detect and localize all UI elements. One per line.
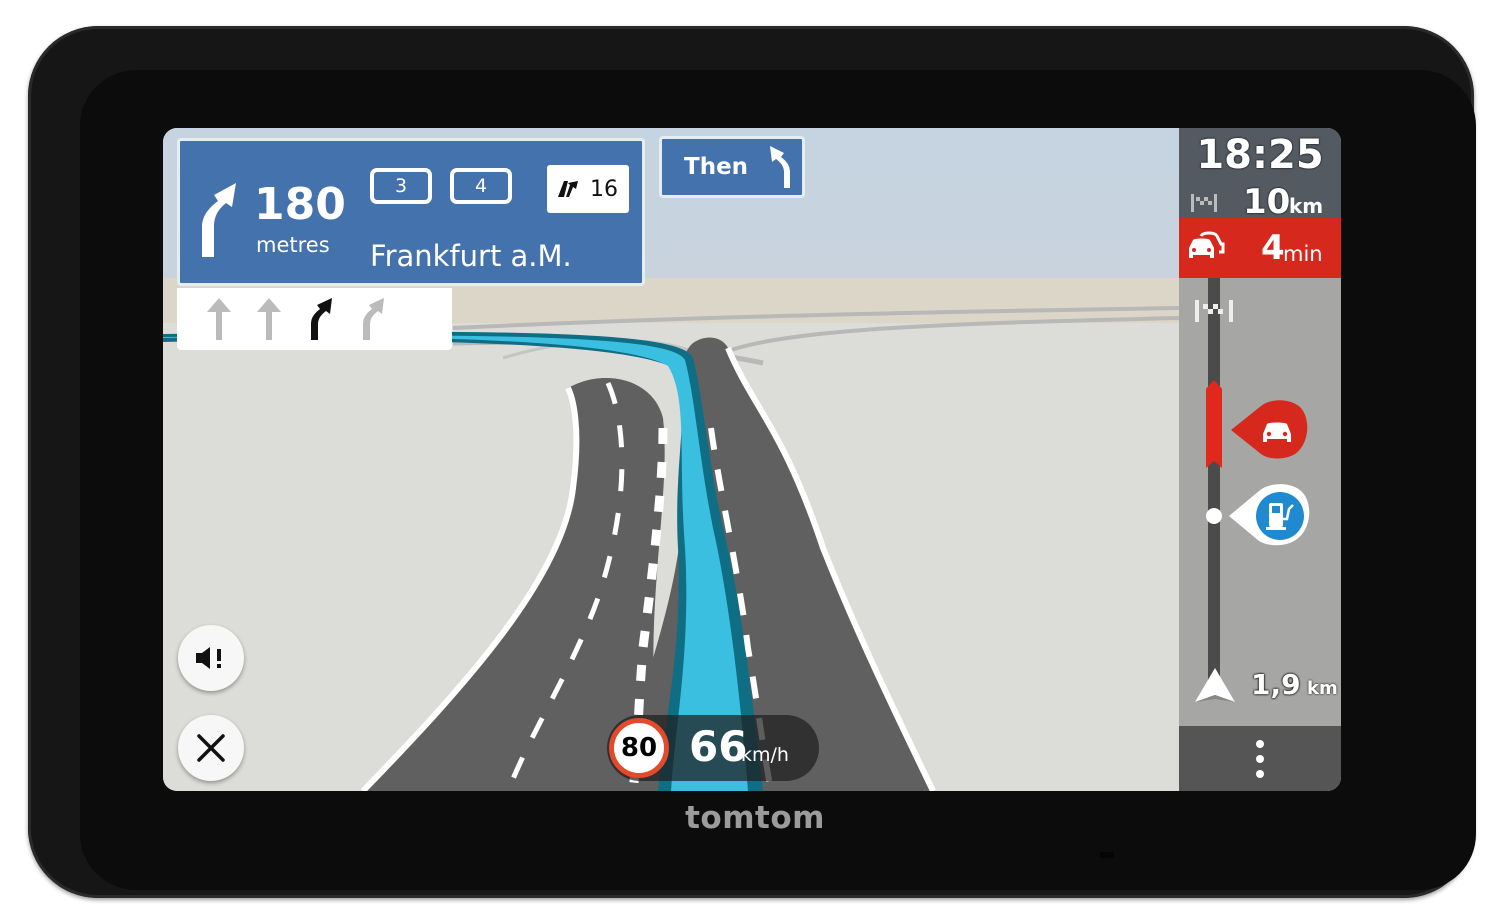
motorway-exit-icon <box>558 181 578 197</box>
traffic-event-marker[interactable] <box>1231 400 1309 460</box>
next-event-distance-unit: km <box>1307 678 1338 699</box>
close-icon <box>197 734 225 762</box>
main-menu-button[interactable] <box>1179 726 1341 791</box>
arrival-time: 18:25 <box>1196 132 1324 178</box>
next-event-distance: 1,9 <box>1251 668 1301 701</box>
fuel-station-marker[interactable] <box>1229 483 1311 549</box>
speed-limit-sign: 80 <box>609 718 669 778</box>
speaker-alert-icon <box>196 647 221 669</box>
then-label: Then <box>684 154 749 180</box>
road-shield: 3 <box>370 168 432 204</box>
exit-sign: 16 <box>547 165 629 213</box>
bear-right-arrow-icon <box>311 298 332 340</box>
distance-unit: metres <box>256 233 330 257</box>
distance-to-turn: 180 <box>254 179 346 230</box>
map-view[interactable]: 180 metres 3 4 16 Frankfurt a.M. Then 80… <box>163 128 1179 791</box>
finish-flag-icon <box>1191 194 1217 212</box>
remaining-distance-unit: km <box>1289 194 1324 218</box>
road-shield: 4 <box>450 168 512 204</box>
traffic-delay-unit: min <box>1283 242 1323 266</box>
instruction-panel[interactable]: 180 metres 3 4 16 Frankfurt a.M. <box>177 138 645 286</box>
route-progress-track <box>1208 278 1220 698</box>
traffic-delay: 4 <box>1261 228 1285 268</box>
exit-number: 16 <box>590 176 618 202</box>
sound-alert-button[interactable] <box>178 625 244 691</box>
close-route-button[interactable] <box>178 715 244 781</box>
remaining-distance: 10 <box>1243 182 1291 222</box>
traffic-cars-icon <box>1189 231 1225 258</box>
destination-name: Frankfurt a.M. <box>370 239 572 273</box>
bear-right-arrow-icon <box>202 183 236 257</box>
speed-unit: km/h <box>741 744 789 766</box>
screen: 180 metres 3 4 16 Frankfurt a.M. Then 80… <box>163 128 1341 791</box>
brand-logo: tomtom <box>685 800 825 836</box>
current-speed: 66 <box>689 722 748 771</box>
route-bar[interactable]: 18:25 10 km 4 min 1,9 km <box>1179 128 1341 791</box>
bear-left-arrow-icon <box>770 146 791 188</box>
destination-flag-icon <box>1195 300 1233 322</box>
next-instruction: Then <box>659 136 805 198</box>
lane-guidance <box>177 288 452 350</box>
straight-arrow-icon <box>207 298 231 340</box>
traffic-jam-segment <box>1206 380 1222 468</box>
light-sensor <box>1100 852 1114 858</box>
straight-arrow-icon <box>257 298 281 340</box>
bear-right-arrow-icon <box>363 298 384 340</box>
vehicle-position-arrow-icon <box>1195 668 1235 702</box>
more-vertical-icon <box>1256 739 1264 778</box>
current-position-dot <box>1206 508 1222 524</box>
